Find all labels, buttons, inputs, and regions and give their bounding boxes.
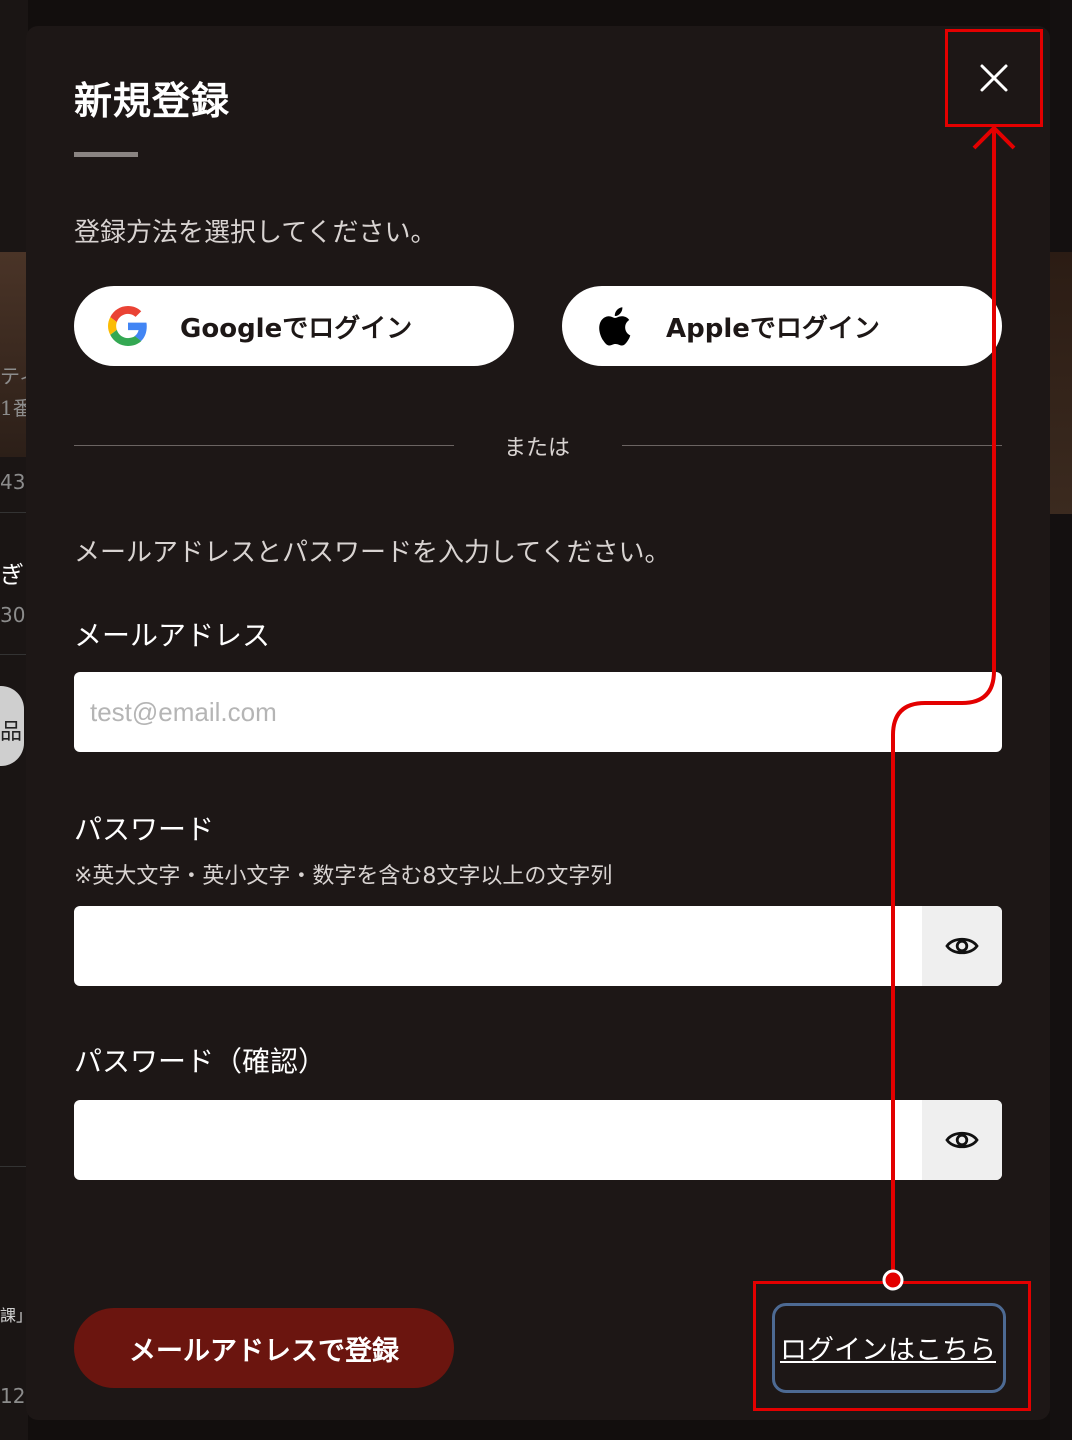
background-text: 30 [0, 603, 26, 627]
modal-title: 新規登録 [74, 79, 231, 123]
google-login-button[interactable]: Googleでログイン [74, 286, 514, 366]
background-divider [0, 1166, 28, 1167]
eye-icon[interactable] [945, 935, 979, 957]
password-hint: ※英大文字・英小文字・数字を含む8文字以上の文字列 [74, 864, 613, 889]
google-icon [108, 306, 148, 346]
background-text: 43 [0, 470, 26, 494]
background-thumbnail [0, 252, 26, 457]
toggle-password-confirm-visibility-button[interactable] [922, 1100, 1002, 1180]
apple-login-label: Appleでログイン [666, 313, 880, 344]
apple-icon [596, 306, 632, 346]
email-label: メールアドレス [74, 619, 271, 652]
background-divider [0, 512, 28, 513]
email-instruction: メールアドレスとパスワードを入力してください。 [74, 538, 671, 568]
background-text: 品 [0, 720, 23, 745]
background-divider [0, 654, 28, 655]
password-label: パスワード [74, 813, 215, 846]
background-app-right [1050, 0, 1072, 1440]
title-underline [74, 152, 138, 157]
background-text: 12 [0, 1384, 26, 1408]
annotation-close-highlight [945, 29, 1043, 127]
google-login-label: Googleでログイン [180, 313, 413, 344]
page: ティ 1番 43 ぎ 30 品 課」 12 新規登録 登録方法を選択してください… [0, 0, 1072, 1440]
or-divider-left [74, 445, 454, 446]
password-input[interactable] [74, 906, 1002, 986]
eye-icon[interactable] [945, 1129, 979, 1151]
background-text: ぎ [0, 561, 24, 589]
background-thumbnail [1050, 252, 1072, 514]
or-divider-right [622, 445, 1002, 446]
method-instruction: 登録方法を選択してください。 [74, 218, 437, 248]
annotation-login-highlight [753, 1281, 1031, 1411]
email-input[interactable] [74, 672, 1002, 752]
password-confirm-label: パスワード（確認） [74, 1045, 327, 1078]
toggle-password-visibility-button[interactable] [922, 906, 1002, 986]
register-with-email-button[interactable]: メールアドレスで登録 [74, 1308, 454, 1388]
or-divider-text: または [504, 436, 571, 461]
apple-login-button[interactable]: Appleでログイン [562, 286, 1002, 366]
password-confirm-input[interactable] [74, 1100, 1002, 1180]
